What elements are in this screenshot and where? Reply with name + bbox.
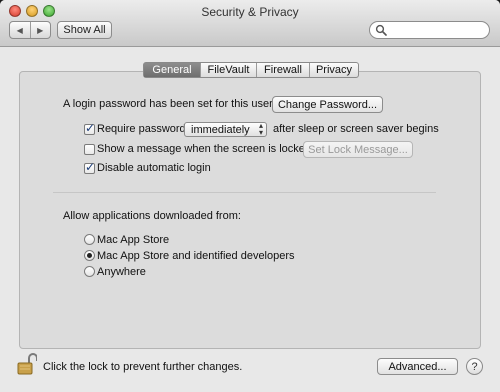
- disable-automatic-login-checkbox[interactable]: [84, 160, 95, 174]
- popup-arrows-icon: ▴ ▾: [258, 121, 263, 137]
- lock-instruction-text: Click the lock to prevent further change…: [43, 361, 243, 373]
- search-input[interactable]: [369, 21, 490, 39]
- tab-bar: General FileVault Firewall Privacy: [143, 62, 359, 78]
- require-password-delay-value: immediately: [191, 123, 250, 136]
- tab-filevault[interactable]: FileVault: [201, 63, 257, 77]
- set-lock-message-button[interactable]: Set Lock Message...: [303, 141, 413, 158]
- allow-apps-heading: Allow applications downloaded from:: [63, 210, 241, 222]
- radio-anywhere[interactable]: [84, 266, 95, 277]
- help-button[interactable]: ?: [466, 358, 483, 375]
- back-forward-control: ◀ ▶: [9, 21, 51, 39]
- forward-arrow-icon[interactable]: ▶: [31, 22, 51, 38]
- show-message-label: Show a message when the screen is locked: [97, 143, 312, 155]
- disable-automatic-login-label: Disable automatic login: [97, 162, 211, 174]
- require-password-label: Require password: [97, 123, 186, 135]
- unlocked-padlock-icon[interactable]: [17, 352, 37, 376]
- show-all-button[interactable]: Show All: [57, 21, 112, 39]
- section-divider: [53, 192, 436, 193]
- tab-general[interactable]: General: [144, 63, 201, 77]
- advanced-button[interactable]: Advanced...: [377, 358, 458, 375]
- back-arrow-icon[interactable]: ◀: [10, 22, 31, 38]
- require-password-delay-popup[interactable]: immediately ▴ ▾: [184, 122, 267, 137]
- change-password-button[interactable]: Change Password...: [272, 96, 383, 113]
- show-message-checkbox[interactable]: [84, 144, 95, 155]
- radio-anywhere-label: Anywhere: [97, 266, 146, 278]
- search-icon: [375, 24, 387, 36]
- radio-mac-app-store-label: Mac App Store: [97, 234, 170, 246]
- require-password-suffix: after sleep or screen saver begins: [273, 123, 439, 135]
- radio-mac-app-store[interactable]: [84, 234, 95, 245]
- title-bar: Security & Privacy ◀ ▶ Show All: [0, 0, 500, 47]
- login-password-text: A login password has been set for this u…: [63, 98, 273, 110]
- radio-app-store-identified[interactable]: [84, 250, 95, 261]
- tab-firewall[interactable]: Firewall: [257, 63, 310, 77]
- window-title: Security & Privacy: [201, 5, 299, 19]
- require-password-checkbox[interactable]: [84, 121, 95, 135]
- tab-privacy[interactable]: Privacy: [310, 63, 358, 77]
- preferences-window: Security & Privacy ◀ ▶ Show All General …: [0, 0, 500, 392]
- radio-app-store-identified-label: Mac App Store and identified developers: [97, 250, 295, 262]
